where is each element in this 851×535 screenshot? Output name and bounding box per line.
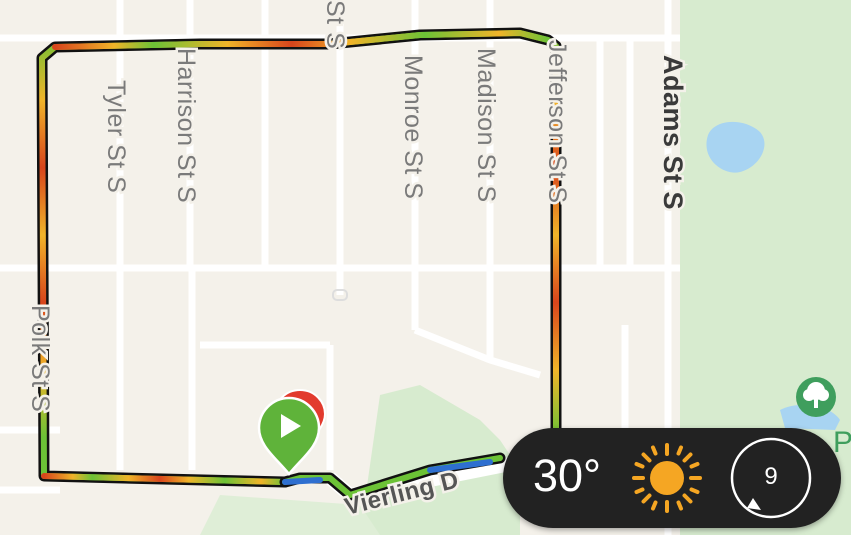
street-label-tyler: Tyler St S [102, 80, 130, 193]
street-label-monroe: Monroe St S [399, 55, 427, 199]
park-tree-icon[interactable] [796, 377, 836, 417]
temperature-value: 30° [533, 450, 602, 501]
street-label-jefferson: Jefferson St S [543, 40, 571, 204]
wind-speed-value: 9 [764, 463, 778, 490]
street-label-polk: Polk St S [26, 305, 54, 412]
weather-widget[interactable]: 30° 9 [503, 428, 841, 528]
sun-icon [632, 443, 702, 513]
street-label-adams: Adams St S [658, 55, 688, 210]
street-label-harrison: Harrison St S [172, 48, 200, 203]
street-label-madison: Madison St S [472, 48, 500, 203]
street-label-partial: St S [321, 0, 349, 49]
wind-compass: 9 [729, 436, 813, 520]
